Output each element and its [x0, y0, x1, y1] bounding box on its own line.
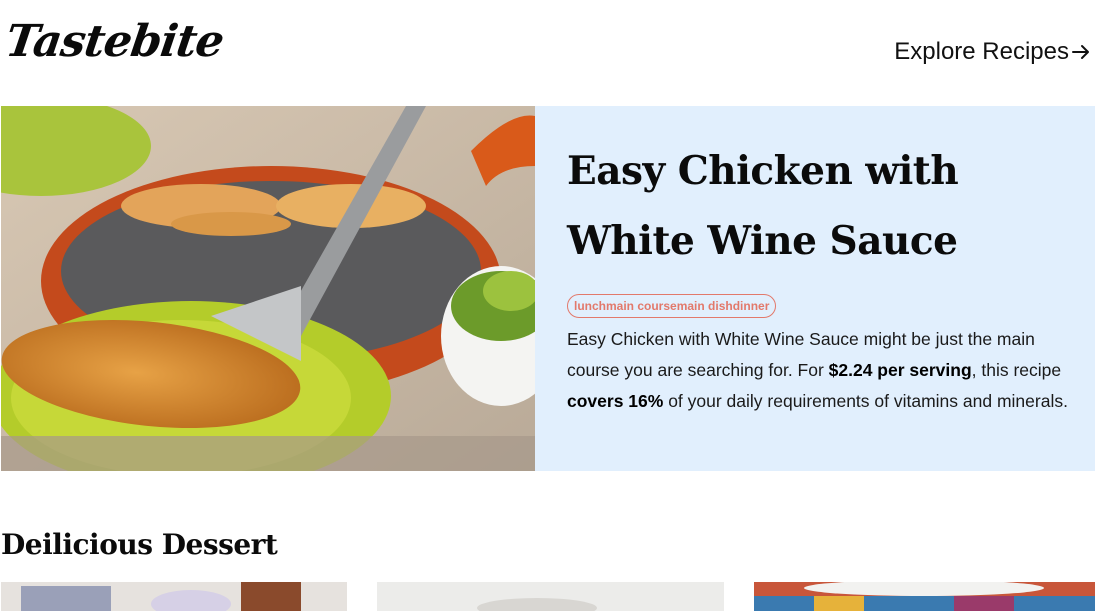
summary-text-3: of your daily requirements of vitamins a… — [663, 391, 1068, 411]
explore-recipes-label: Explore Recipes — [894, 38, 1069, 65]
hero-image[interactable] — [1, 106, 535, 471]
explore-recipes-link[interactable]: Explore Recipes — [894, 38, 1091, 66]
summary-price: $2.24 per serving — [828, 360, 972, 380]
logo[interactable]: Tastebite — [2, 16, 226, 67]
dessert-card-3[interactable] — [754, 582, 1095, 611]
hero-info-panel: Easy Chicken with White Wine Sauce lunch… — [535, 106, 1095, 471]
arrow-right-icon — [1072, 45, 1089, 59]
recipe-summary: Easy Chicken with White Wine Sauce might… — [567, 324, 1085, 417]
hero-section: Easy Chicken with White Wine Sauce lunch… — [1, 106, 1095, 471]
recipe-tags: lunchmain coursemain dishdinner — [567, 294, 777, 318]
summary-text-2: , this recipe — [971, 360, 1062, 380]
dessert-card-1[interactable] — [1, 582, 347, 611]
summary-covers: covers 16% — [567, 391, 664, 411]
section-title: Deilicious Dessert — [1, 528, 278, 561]
site-header: Tastebite Explore Recipes — [0, 0, 1095, 106]
dessert-card-2[interactable] — [377, 582, 724, 611]
dessert-cards — [1, 582, 1095, 611]
recipe-title[interactable]: Easy Chicken with White Wine Sauce — [567, 136, 1085, 276]
